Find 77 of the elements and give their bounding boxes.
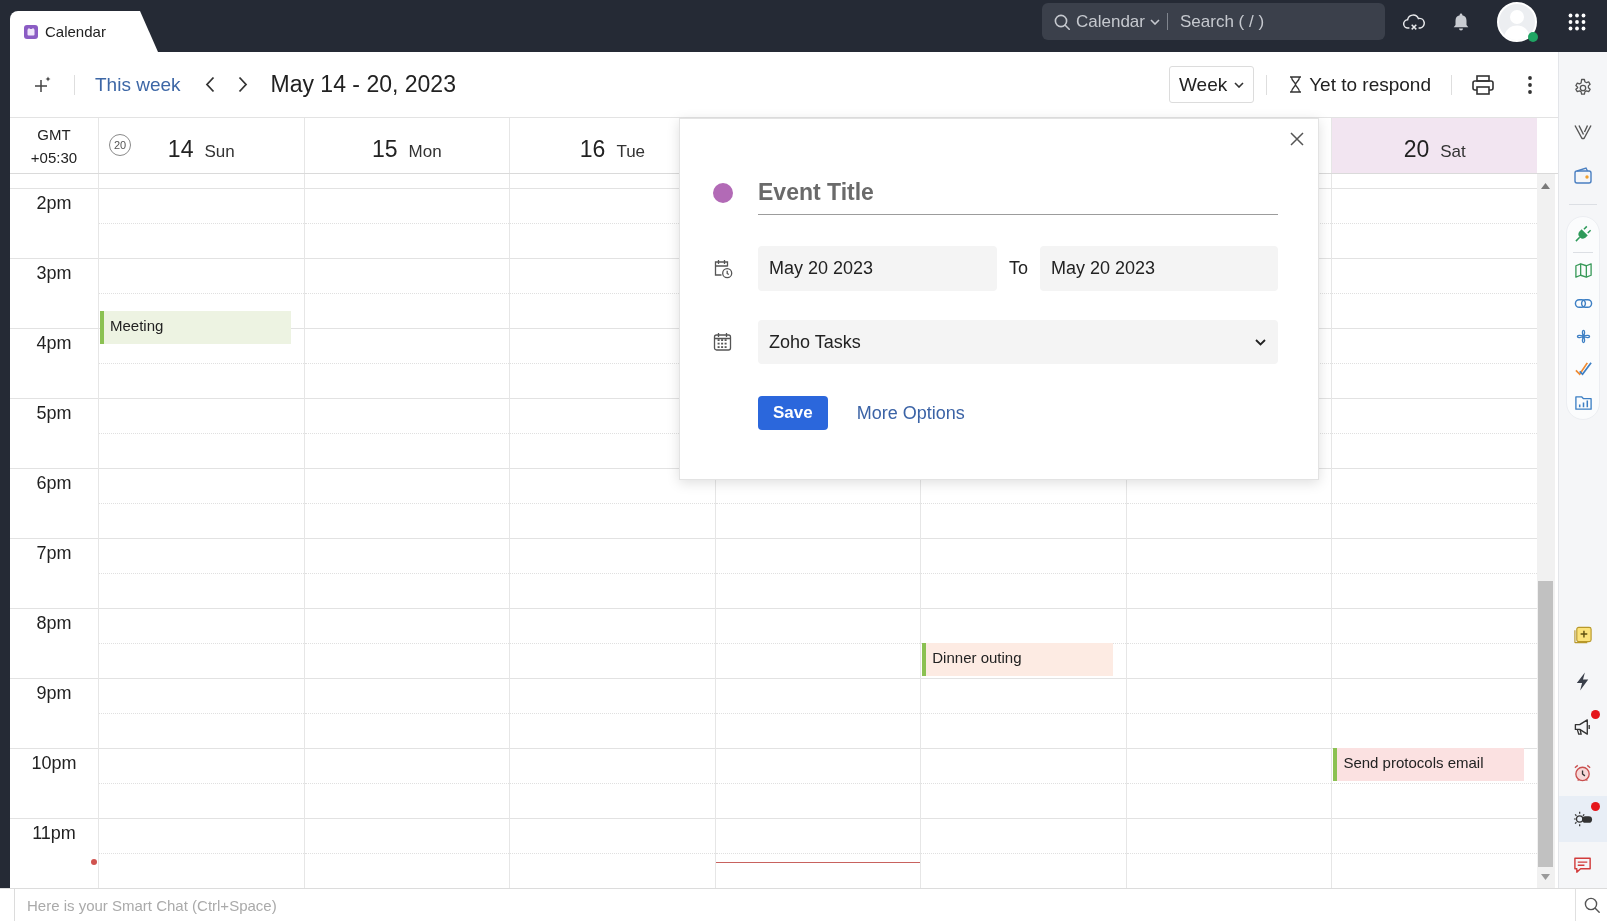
- day-column[interactable]: Send protocols email: [1331, 174, 1537, 888]
- weekday-label: Sat: [1440, 142, 1466, 162]
- timezone-offset: +05:30: [30, 147, 78, 168]
- this-week-link[interactable]: This week: [95, 73, 181, 96]
- timezone-label: GMT: [37, 124, 71, 145]
- day-number: 20: [1403, 136, 1430, 163]
- end-date-field[interactable]: May 20 2023: [1040, 246, 1278, 291]
- calendar-event[interactable]: Meeting: [100, 310, 291, 344]
- search-bar[interactable]: Calendar Search ( / ): [1042, 3, 1385, 40]
- caret-icon: [1150, 18, 1160, 25]
- day-number: 15: [372, 136, 398, 163]
- hour-label: 6pm: [36, 472, 72, 494]
- more-icon[interactable]: [1528, 75, 1532, 94]
- search-field[interactable]: Search ( / ): [1180, 7, 1377, 36]
- chevron-right-icon[interactable]: [237, 76, 248, 93]
- note-plus-icon: [1573, 625, 1593, 645]
- calendar-event[interactable]: Dinner outing: [922, 643, 1114, 676]
- calendar-app-icon: [24, 24, 38, 39]
- scroll-up-icon[interactable]: [1541, 183, 1551, 189]
- search-scope-dropdown[interactable]: Calendar: [1076, 7, 1160, 36]
- start-date-field[interactable]: May 20 2023: [758, 246, 997, 291]
- hour-label: 5pm: [36, 402, 72, 424]
- megaphone-icon: [1573, 717, 1593, 737]
- sun-toggle-icon: [1573, 809, 1593, 829]
- current-time-dot-icon: [91, 859, 97, 866]
- app-tab[interactable]: Calendar: [10, 11, 158, 52]
- close-icon[interactable]: [1290, 132, 1304, 146]
- theme-toggle-button[interactable]: [1559, 796, 1607, 842]
- hour-label: 4pm: [36, 332, 72, 354]
- hourglass-icon: [1289, 76, 1303, 93]
- calendar-select[interactable]: Zoho Tasks: [758, 320, 1278, 364]
- app-grid-icon[interactable]: [1568, 13, 1586, 31]
- hour-label: 2pm: [36, 192, 72, 214]
- calendar-clock-icon: [713, 258, 733, 279]
- day-header[interactable]: 15 Mon: [303, 118, 510, 173]
- calendar-icon: [713, 332, 733, 352]
- view-dropdown[interactable]: Week: [1169, 66, 1255, 103]
- day-number: 16: [579, 136, 606, 163]
- alarm-clock-icon: [1573, 763, 1593, 783]
- yet-to-respond-filter[interactable]: Yet to respond: [1289, 73, 1431, 96]
- plug-icon[interactable]: [1573, 224, 1593, 243]
- date-range-title: May 14 - 20, 2023: [270, 71, 456, 98]
- cloud-x-icon[interactable]: [1403, 12, 1425, 32]
- hour-label: 7pm: [36, 542, 72, 564]
- scrollbar-thumb[interactable]: [1538, 581, 1554, 867]
- weekday-label: Sun: [204, 142, 235, 162]
- calendar-event[interactable]: Send protocols email: [1333, 748, 1525, 781]
- search-icon[interactable]: [1054, 13, 1070, 30]
- hour-label: 8pm: [36, 612, 72, 634]
- map-icon[interactable]: [1573, 261, 1593, 280]
- event-title-field[interactable]: Event Title: [758, 170, 1278, 215]
- print-icon[interactable]: [1472, 74, 1494, 95]
- avatar[interactable]: [1497, 2, 1537, 42]
- day-header[interactable]: 20 Sat: [1331, 118, 1537, 173]
- v-icon[interactable]: [1573, 122, 1593, 142]
- weekday-label: Mon: [408, 142, 442, 162]
- settings-icon[interactable]: [1573, 78, 1593, 98]
- save-button[interactable]: Save: [758, 396, 828, 430]
- chat-icon: [1573, 855, 1593, 875]
- folder-chart-icon[interactable]: [1573, 393, 1593, 412]
- hour-label: 11pm: [32, 822, 76, 844]
- search-icon[interactable]: [1583, 897, 1600, 913]
- wallet-icon[interactable]: [1573, 166, 1593, 186]
- weekday-label: Tue: [616, 142, 646, 162]
- day-header[interactable]: 20 14 Sun: [98, 118, 304, 173]
- smart-chat-field[interactable]: Here is your Smart Chat (Ctrl+Space): [0, 888, 1575, 921]
- hour-label: 10pm: [31, 752, 77, 774]
- hour-label: 3pm: [36, 262, 72, 284]
- hour-label: 9pm: [36, 682, 72, 704]
- event-color-icon[interactable]: [713, 182, 733, 203]
- chevron-left-icon[interactable]: [204, 76, 215, 93]
- day-number: 14: [167, 136, 194, 163]
- day-column[interactable]: Meeting: [98, 174, 304, 888]
- bell-icon[interactable]: [1452, 12, 1470, 32]
- to-label: To: [1008, 258, 1029, 279]
- caret-icon: [1234, 81, 1245, 88]
- chevron-down-icon: [1255, 338, 1266, 346]
